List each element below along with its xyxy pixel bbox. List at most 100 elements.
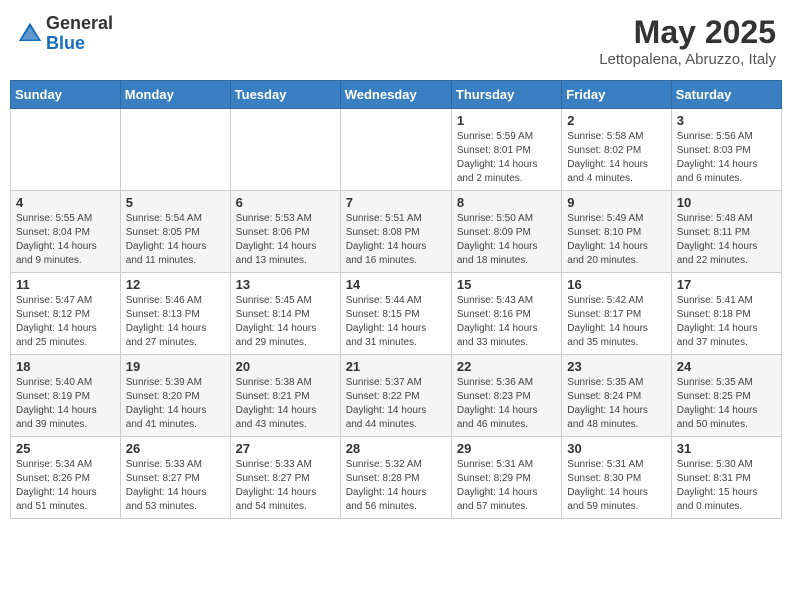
day-info: Sunrise: 5:35 AM Sunset: 8:24 PM Dayligh… bbox=[567, 376, 665, 432]
calendar-week-row: 25 Sunrise: 5:34 AM Sunset: 8:26 PM Dayli… bbox=[11, 437, 782, 519]
calendar-cell: 27 Sunrise: 5:33 AM Sunset: 8:27 PM Dayli… bbox=[230, 437, 340, 519]
day-info: Sunrise: 5:44 AM Sunset: 8:15 PM Dayligh… bbox=[346, 294, 446, 350]
day-number: 2 bbox=[567, 113, 665, 128]
day-number: 20 bbox=[236, 359, 335, 374]
day-number: 27 bbox=[236, 441, 335, 456]
logo-general-text: General bbox=[46, 14, 113, 34]
column-header-thursday: Thursday bbox=[451, 81, 561, 109]
day-number: 13 bbox=[236, 277, 335, 292]
calendar-cell: 31 Sunrise: 5:30 AM Sunset: 8:31 PM Dayli… bbox=[671, 437, 781, 519]
day-info: Sunrise: 5:32 AM Sunset: 8:28 PM Dayligh… bbox=[346, 458, 446, 514]
day-number: 3 bbox=[677, 113, 776, 128]
day-info: Sunrise: 5:39 AM Sunset: 8:20 PM Dayligh… bbox=[126, 376, 225, 432]
calendar-cell: 17 Sunrise: 5:41 AM Sunset: 8:18 PM Dayli… bbox=[671, 273, 781, 355]
day-number: 12 bbox=[126, 277, 225, 292]
calendar-cell bbox=[230, 109, 340, 191]
day-info: Sunrise: 5:37 AM Sunset: 8:22 PM Dayligh… bbox=[346, 376, 446, 432]
calendar-cell: 10Sunrise: 5:48 AM Sunset: 8:11 PM Dayli… bbox=[671, 191, 781, 273]
calendar-table: SundayMondayTuesdayWednesdayThursdayFrid… bbox=[10, 80, 782, 519]
day-info: Sunrise: 5:41 AM Sunset: 8:18 PM Dayligh… bbox=[677, 294, 776, 350]
calendar-cell bbox=[120, 109, 230, 191]
day-info: Sunrise: 5:33 AM Sunset: 8:27 PM Dayligh… bbox=[126, 458, 225, 514]
day-number: 31 bbox=[677, 441, 776, 456]
calendar-cell bbox=[340, 109, 451, 191]
calendar-cell: 19 Sunrise: 5:39 AM Sunset: 8:20 PM Dayli… bbox=[120, 355, 230, 437]
day-info: Sunrise: 5:47 AM Sunset: 8:12 PM Dayligh… bbox=[16, 294, 115, 350]
column-header-friday: Friday bbox=[562, 81, 671, 109]
day-info: Sunrise: 5:55 AM Sunset: 8:04 PM Dayligh… bbox=[16, 212, 115, 268]
logo-icon bbox=[16, 20, 44, 48]
logo-blue-text: Blue bbox=[46, 34, 113, 54]
calendar-cell: 13 Sunrise: 5:45 AM Sunset: 8:14 PM Dayli… bbox=[230, 273, 340, 355]
day-number: 22 bbox=[457, 359, 556, 374]
day-info: Sunrise: 5:36 AM Sunset: 8:23 PM Dayligh… bbox=[457, 376, 556, 432]
day-number: 11 bbox=[16, 277, 115, 292]
calendar-cell: 18Sunrise: 5:40 AM Sunset: 8:19 PM Dayli… bbox=[11, 355, 121, 437]
day-info: Sunrise: 5:35 AM Sunset: 8:25 PM Dayligh… bbox=[677, 376, 776, 432]
calendar-cell: 14 Sunrise: 5:44 AM Sunset: 8:15 PM Dayli… bbox=[340, 273, 451, 355]
calendar-week-row: 4 Sunrise: 5:55 AM Sunset: 8:04 PM Daylig… bbox=[11, 191, 782, 273]
day-number: 30 bbox=[567, 441, 665, 456]
day-number: 28 bbox=[346, 441, 446, 456]
calendar-cell: 26Sunrise: 5:33 AM Sunset: 8:27 PM Dayli… bbox=[120, 437, 230, 519]
day-info: Sunrise: 5:40 AM Sunset: 8:19 PM Dayligh… bbox=[16, 376, 115, 432]
calendar-cell: 4 Sunrise: 5:55 AM Sunset: 8:04 PM Daylig… bbox=[11, 191, 121, 273]
day-number: 5 bbox=[126, 195, 225, 210]
day-number: 23 bbox=[567, 359, 665, 374]
calendar-cell: 16Sunrise: 5:42 AM Sunset: 8:17 PM Dayli… bbox=[562, 273, 671, 355]
day-info: Sunrise: 5:51 AM Sunset: 8:08 PM Dayligh… bbox=[346, 212, 446, 268]
day-number: 21 bbox=[346, 359, 446, 374]
title-block: May 2025 Lettopalena, Abruzzo, Italy bbox=[599, 14, 776, 68]
day-number: 25 bbox=[16, 441, 115, 456]
calendar-cell: 6 Sunrise: 5:53 AM Sunset: 8:06 PM Daylig… bbox=[230, 191, 340, 273]
calendar-cell bbox=[11, 109, 121, 191]
day-info: Sunrise: 5:56 AM Sunset: 8:03 PM Dayligh… bbox=[677, 130, 776, 186]
day-number: 14 bbox=[346, 277, 446, 292]
calendar-cell: 15 Sunrise: 5:43 AM Sunset: 8:16 PM Dayli… bbox=[451, 273, 561, 355]
logo: General Blue bbox=[16, 14, 113, 54]
day-info: Sunrise: 5:42 AM Sunset: 8:17 PM Dayligh… bbox=[567, 294, 665, 350]
calendar-title: May 2025 bbox=[599, 14, 776, 51]
column-header-monday: Monday bbox=[120, 81, 230, 109]
day-number: 6 bbox=[236, 195, 335, 210]
calendar-cell: 3 Sunrise: 5:56 AM Sunset: 8:03 PM Daylig… bbox=[671, 109, 781, 191]
day-number: 15 bbox=[457, 277, 556, 292]
calendar-header-row: SundayMondayTuesdayWednesdayThursdayFrid… bbox=[11, 81, 782, 109]
day-info: Sunrise: 5:31 AM Sunset: 8:29 PM Dayligh… bbox=[457, 458, 556, 514]
day-info: Sunrise: 5:31 AM Sunset: 8:30 PM Dayligh… bbox=[567, 458, 665, 514]
day-info: Sunrise: 5:45 AM Sunset: 8:14 PM Dayligh… bbox=[236, 294, 335, 350]
day-info: Sunrise: 5:34 AM Sunset: 8:26 PM Dayligh… bbox=[16, 458, 115, 514]
day-number: 9 bbox=[567, 195, 665, 210]
day-number: 19 bbox=[126, 359, 225, 374]
day-number: 10 bbox=[677, 195, 776, 210]
calendar-cell: 30 Sunrise: 5:31 AM Sunset: 8:30 PM Dayli… bbox=[562, 437, 671, 519]
calendar-cell: 21 Sunrise: 5:37 AM Sunset: 8:22 PM Dayli… bbox=[340, 355, 451, 437]
day-info: Sunrise: 5:59 AM Sunset: 8:01 PM Dayligh… bbox=[457, 130, 556, 186]
calendar-cell: 23 Sunrise: 5:35 AM Sunset: 8:24 PM Dayli… bbox=[562, 355, 671, 437]
calendar-cell: 12Sunrise: 5:46 AM Sunset: 8:13 PM Dayli… bbox=[120, 273, 230, 355]
day-info: Sunrise: 5:49 AM Sunset: 8:10 PM Dayligh… bbox=[567, 212, 665, 268]
day-info: Sunrise: 5:50 AM Sunset: 8:09 PM Dayligh… bbox=[457, 212, 556, 268]
calendar-cell: 22 Sunrise: 5:36 AM Sunset: 8:23 PM Dayli… bbox=[451, 355, 561, 437]
calendar-cell: 5Sunrise: 5:54 AM Sunset: 8:05 PM Daylig… bbox=[120, 191, 230, 273]
day-info: Sunrise: 5:30 AM Sunset: 8:31 PM Dayligh… bbox=[677, 458, 776, 514]
day-info: Sunrise: 5:33 AM Sunset: 8:27 PM Dayligh… bbox=[236, 458, 335, 514]
calendar-cell: 2 Sunrise: 5:58 AM Sunset: 8:02 PM Daylig… bbox=[562, 109, 671, 191]
calendar-cell: 24Sunrise: 5:35 AM Sunset: 8:25 PM Dayli… bbox=[671, 355, 781, 437]
day-info: Sunrise: 5:43 AM Sunset: 8:16 PM Dayligh… bbox=[457, 294, 556, 350]
column-header-saturday: Saturday bbox=[671, 81, 781, 109]
day-number: 17 bbox=[677, 277, 776, 292]
day-info: Sunrise: 5:53 AM Sunset: 8:06 PM Dayligh… bbox=[236, 212, 335, 268]
page-header: General Blue May 2025 Lettopalena, Abruz… bbox=[10, 10, 782, 72]
day-number: 4 bbox=[16, 195, 115, 210]
calendar-cell: 20 Sunrise: 5:38 AM Sunset: 8:21 PM Dayli… bbox=[230, 355, 340, 437]
day-info: Sunrise: 5:38 AM Sunset: 8:21 PM Dayligh… bbox=[236, 376, 335, 432]
day-number: 8 bbox=[457, 195, 556, 210]
day-number: 7 bbox=[346, 195, 446, 210]
column-header-tuesday: Tuesday bbox=[230, 81, 340, 109]
calendar-cell: 1 Sunrise: 5:59 AM Sunset: 8:01 PM Daylig… bbox=[451, 109, 561, 191]
day-number: 1 bbox=[457, 113, 556, 128]
calendar-cell: 8 Sunrise: 5:50 AM Sunset: 8:09 PM Daylig… bbox=[451, 191, 561, 273]
day-info: Sunrise: 5:58 AM Sunset: 8:02 PM Dayligh… bbox=[567, 130, 665, 186]
calendar-cell: 11 Sunrise: 5:47 AM Sunset: 8:12 PM Dayli… bbox=[11, 273, 121, 355]
